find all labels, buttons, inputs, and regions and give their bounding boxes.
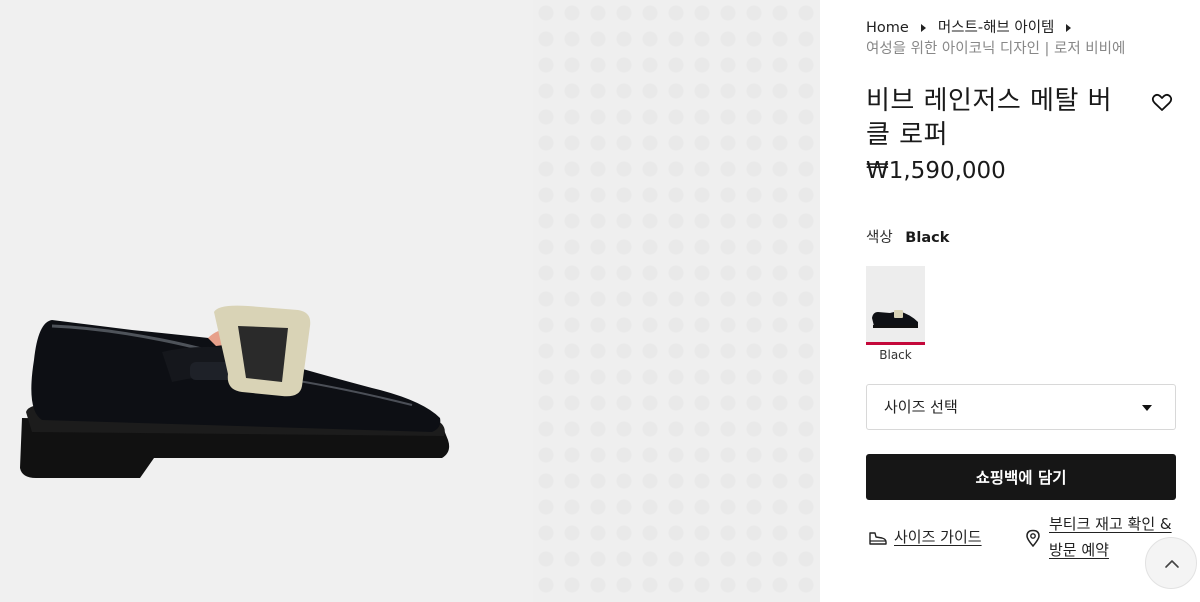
caret-down-icon <box>1142 405 1152 411</box>
breadcrumb-current: 여성을 위한 아이코닉 디자인 | 로저 비비에 <box>866 41 1126 57</box>
chevron-right-icon <box>920 23 926 32</box>
location-pin-icon <box>1025 529 1041 548</box>
shoe-icon <box>868 530 888 546</box>
product-shoe-image <box>20 305 450 478</box>
heart-icon[interactable] <box>1150 90 1174 114</box>
product-info-panel: Home 머스트-해브 아이템 여성을 위한 아이코닉 디자인 | 로저 비비에 … <box>820 0 1200 602</box>
size-guide-link[interactable]: 사이즈 가이드 <box>894 524 982 550</box>
gallery-secondary-image[interactable] <box>533 0 820 602</box>
gallery-main-image[interactable] <box>0 0 533 602</box>
breadcrumb-home-link[interactable]: Home <box>866 20 909 36</box>
chevron-up-icon <box>1165 560 1179 568</box>
breadcrumb: Home 머스트-해브 아이템 여성을 위한 아이코닉 디자인 | 로저 비비에 <box>866 18 1166 60</box>
size-select-dropdown[interactable]: 사이즈 선택 <box>866 384 1176 430</box>
product-gallery <box>0 0 820 602</box>
size-select-placeholder: 사이즈 선택 <box>884 398 958 416</box>
breadcrumb-category-link[interactable]: 머스트-해브 아이템 <box>938 20 1055 36</box>
color-label: 색상 <box>866 230 893 246</box>
color-selection: 색상 Black <box>866 226 949 247</box>
product-price: ₩1,590,000 <box>866 158 1006 184</box>
color-swatch-black[interactable] <box>866 266 925 345</box>
color-value: Black <box>905 230 950 246</box>
scroll-to-top-button[interactable] <box>1145 537 1197 589</box>
chevron-right-icon <box>1066 23 1072 32</box>
swatch-selected-indicator <box>866 342 925 345</box>
swatch-thumbnail <box>866 266 925 342</box>
swatch-label: Black <box>879 348 912 362</box>
add-to-bag-button[interactable]: 쇼핑백에 담기 <box>866 454 1176 500</box>
product-title: 비브 레인저스 메탈 버클 로퍼 <box>866 86 1113 150</box>
